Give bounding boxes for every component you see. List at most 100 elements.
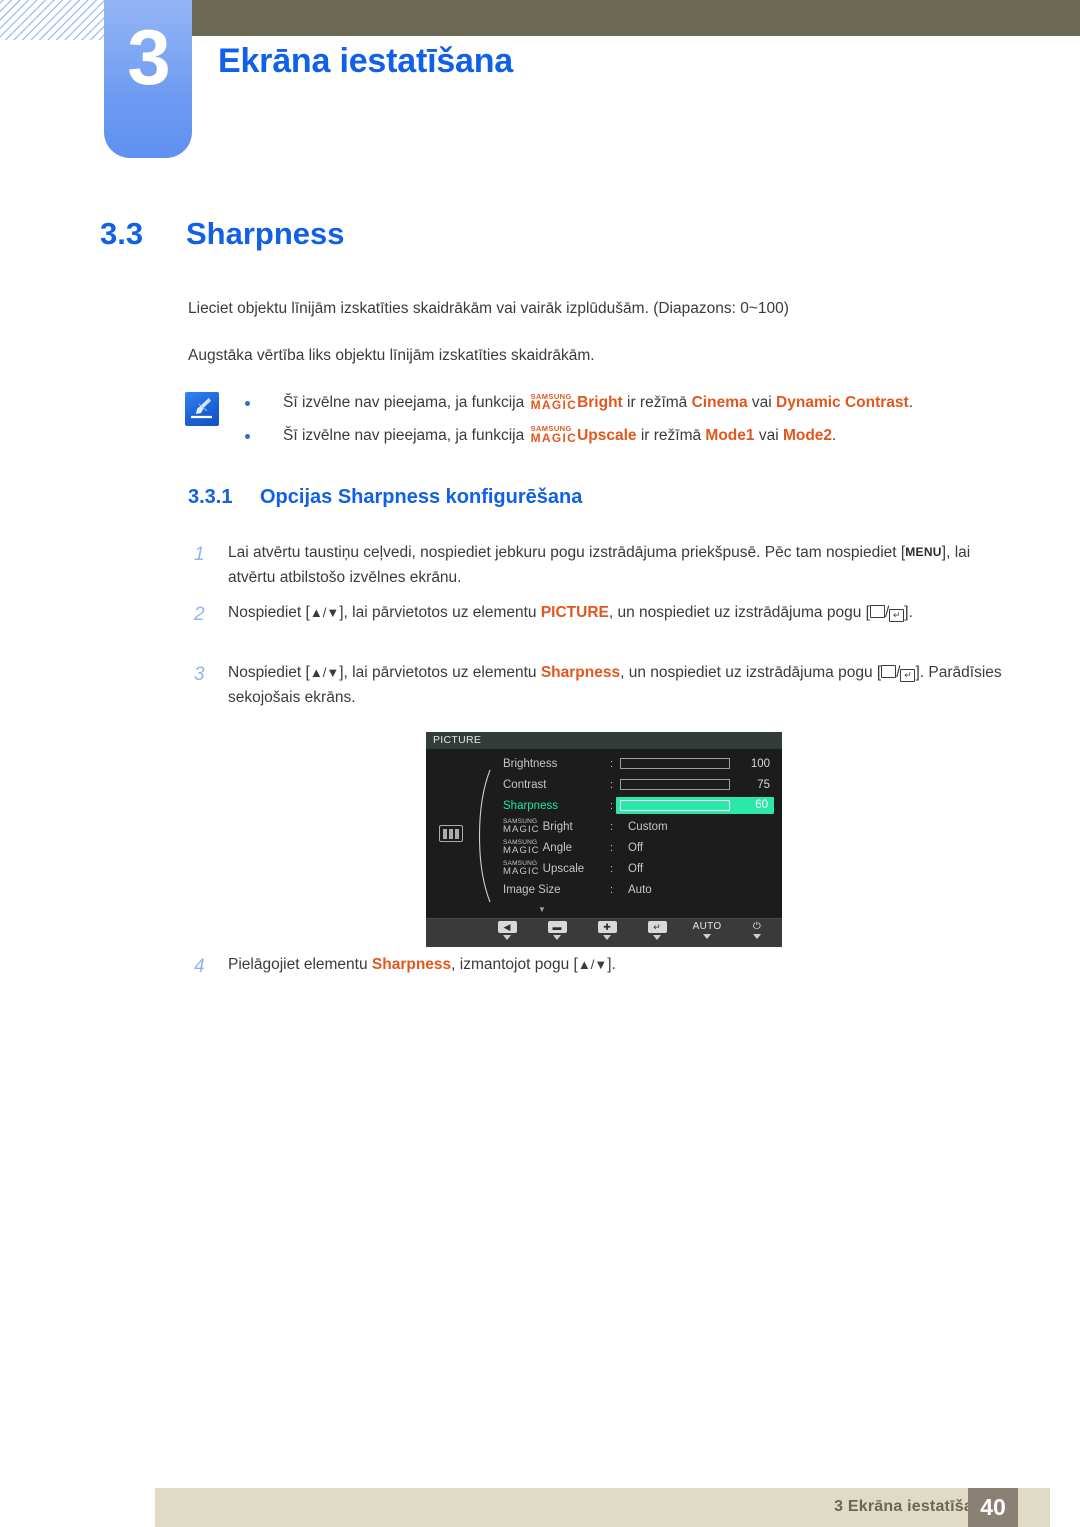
osd-slider-sharpness[interactable]	[620, 800, 730, 811]
step-2-number: 2	[194, 604, 205, 625]
step-4-highlight: Sharpness	[371, 956, 452, 973]
osd-colon: :	[610, 862, 614, 875]
osd-value-sharpness: 60	[755, 799, 768, 811]
chapter-title: Ekrāna iestatīšana	[218, 42, 514, 80]
osd-colon: :	[610, 820, 614, 833]
step-4-part-a: Pielāgojiet elementu	[228, 956, 372, 973]
step-3-text: Nospiediet [▲/▼], lai pārvietotos uz ele…	[228, 664, 1002, 707]
source-button-icon	[881, 665, 897, 678]
caret-down-icon	[553, 935, 561, 940]
osd-value-contrast: 75	[757, 778, 770, 791]
intro-paragraph-2: Augstāka vērtība liks objektu līnijām iz…	[188, 347, 595, 364]
menu-key-label: MENU	[905, 545, 942, 559]
osd-menu-screenshot: PICTURE Brightness : 100 Contrast : 75 S…	[426, 732, 782, 947]
step-4-text: Pielāgojiet elementu Sharpness, izmantoj…	[228, 952, 1016, 977]
subsection-number: 3.3.1	[188, 486, 233, 508]
step-4-part-b: , izmantojot pogu [	[451, 956, 578, 973]
intro-paragraph-1: Lieciet objektu līnijām izskatīties skai…	[188, 300, 789, 317]
header-olive-bar	[192, 0, 1080, 36]
note-1-mode-1: Cinema	[691, 394, 748, 411]
osd-selection-highlight: 60	[616, 797, 774, 814]
note-2-mode-1: Mode1	[705, 426, 755, 444]
samsung-magic-logo-icon: SAMSUNG MAGIC	[531, 425, 578, 444]
up-down-arrow-icon: ▲/▼	[577, 957, 608, 972]
up-down-arrow-icon: ▲/▼	[309, 665, 340, 680]
plus-icon: ✚	[597, 921, 617, 933]
osd-slider-brightness[interactable]	[620, 758, 730, 769]
section-title-text: Sharpness	[186, 216, 345, 251]
plus-button[interactable]: ✚	[592, 921, 622, 940]
samsung-magic-logo-icon: SAMSUNG MAGIC	[503, 839, 540, 856]
osd-label-text: Angle	[542, 841, 573, 854]
note-list: Šī izvēlne nav pieejama, ja funkcija SAM…	[245, 392, 975, 457]
section-number: 3.3	[100, 216, 144, 251]
enter-button-icon: ↵	[889, 609, 905, 622]
subsection-title-text: Opcijas Sharpness konfigurēšana	[260, 486, 583, 508]
osd-row-sharpness[interactable]: Sharpness : 60	[426, 795, 782, 816]
osd-value-brightness: 100	[750, 757, 770, 770]
osd-row-magic-bright[interactable]: SAMSUNG MAGIC Bright : Custom	[426, 816, 782, 837]
step-3-part-a: Nospiediet [	[228, 664, 310, 681]
note-item-1: Šī izvēlne nav pieejama, ja funkcija SAM…	[245, 392, 975, 414]
minus-icon: ▬	[547, 921, 567, 933]
auto-button[interactable]: AUTO	[692, 921, 722, 939]
osd-row-magic-upscale[interactable]: SAMSUNG MAGIC Upscale : Off	[426, 858, 782, 879]
step-3: 3 Nospiediet [▲/▼], lai pārvietotos uz e…	[188, 660, 1016, 710]
note-1-feature: Bright	[577, 394, 623, 411]
osd-label-text: Bright	[542, 820, 573, 833]
osd-label-brightness: Brightness	[503, 757, 558, 770]
power-button[interactable]: ⏻	[742, 921, 772, 939]
osd-row-magic-angle[interactable]: SAMSUNG MAGIC Angle : Off	[426, 837, 782, 858]
note-2-suffix: .	[832, 426, 837, 444]
osd-row-contrast[interactable]: Contrast : 75	[426, 774, 782, 795]
osd-row-brightness[interactable]: Brightness : 100	[426, 753, 782, 774]
step-2-part-c: , un nospiediet uz izstrādājuma pogu [	[608, 604, 870, 621]
page-title: 3.3 Sharpness	[100, 216, 345, 252]
osd-value-magic-upscale: Off	[628, 862, 644, 875]
caret-down-icon	[753, 934, 761, 939]
step-3-part-c: , un nospiediet uz izstrādājuma pogu [	[620, 664, 882, 681]
osd-row-image-size[interactable]: Image Size : Auto	[426, 879, 782, 900]
power-icon: ⏻	[752, 921, 762, 932]
osd-value-magic-bright: Custom	[628, 820, 668, 833]
note-item-2: Šī izvēlne nav pieejama, ja funkcija SAM…	[245, 425, 975, 447]
up-down-arrow-icon: ▲/▼	[309, 605, 340, 620]
caret-down-icon	[503, 935, 511, 940]
note-1-suffix: .	[908, 394, 914, 411]
step-2-highlight: PICTURE	[540, 604, 609, 621]
enter-button[interactable]: ↵	[642, 921, 672, 940]
samsung-magic-logo-icon: SAMSUNG MAGIC	[503, 860, 540, 877]
osd-more-down-icon[interactable]: ▼	[538, 905, 546, 914]
decorative-hatch-pattern	[0, 0, 108, 40]
osd-value-magic-angle: Off	[628, 841, 644, 854]
step-2-part-a: Nospiediet [	[228, 604, 310, 621]
osd-label-contrast: Contrast	[503, 778, 547, 791]
osd-colon: :	[610, 778, 614, 791]
samsung-magic-bottom: MAGIC	[503, 845, 540, 856]
note-1-conj: vai	[747, 394, 777, 411]
enter-button-icon: ↵	[900, 669, 916, 682]
step-4-number: 4	[194, 956, 205, 977]
osd-colon: :	[610, 757, 614, 770]
osd-colon: :	[610, 883, 614, 896]
chapter-number: 3	[127, 13, 170, 101]
caret-down-icon	[703, 934, 711, 939]
note-1-prefix: Šī izvēlne nav pieejama, ja funkcija	[283, 394, 529, 411]
back-icon: ◀	[497, 921, 517, 933]
osd-title: PICTURE	[426, 732, 782, 749]
samsung-magic-logo-icon: SAMSUNG MAGIC	[503, 818, 540, 835]
samsung-magic-bottom: MAGIC	[503, 824, 540, 835]
note-2-mode-2: Mode2	[782, 426, 833, 444]
note-2-conj: vai	[754, 426, 783, 444]
source-button-icon	[869, 605, 885, 618]
minus-button[interactable]: ▬	[542, 921, 572, 940]
step-1: 1 Lai atvērtu taustiņu ceļvedi, nospiedi…	[188, 540, 1016, 590]
osd-label-magic-angle: SAMSUNG MAGIC Angle	[503, 839, 573, 856]
step-1-part-a: Lai atvērtu taustiņu ceļvedi, nospiediet…	[228, 544, 906, 561]
osd-slider-contrast[interactable]	[620, 779, 730, 790]
osd-row-list: Brightness : 100 Contrast : 75 Sharpness…	[426, 753, 782, 900]
osd-label-magic-upscale: SAMSUNG MAGIC Upscale	[503, 860, 585, 877]
samsung-magic-logo-icon: SAMSUNG MAGIC	[531, 392, 578, 411]
back-button[interactable]: ◀	[492, 921, 522, 940]
osd-label-text: Upscale	[542, 862, 585, 875]
